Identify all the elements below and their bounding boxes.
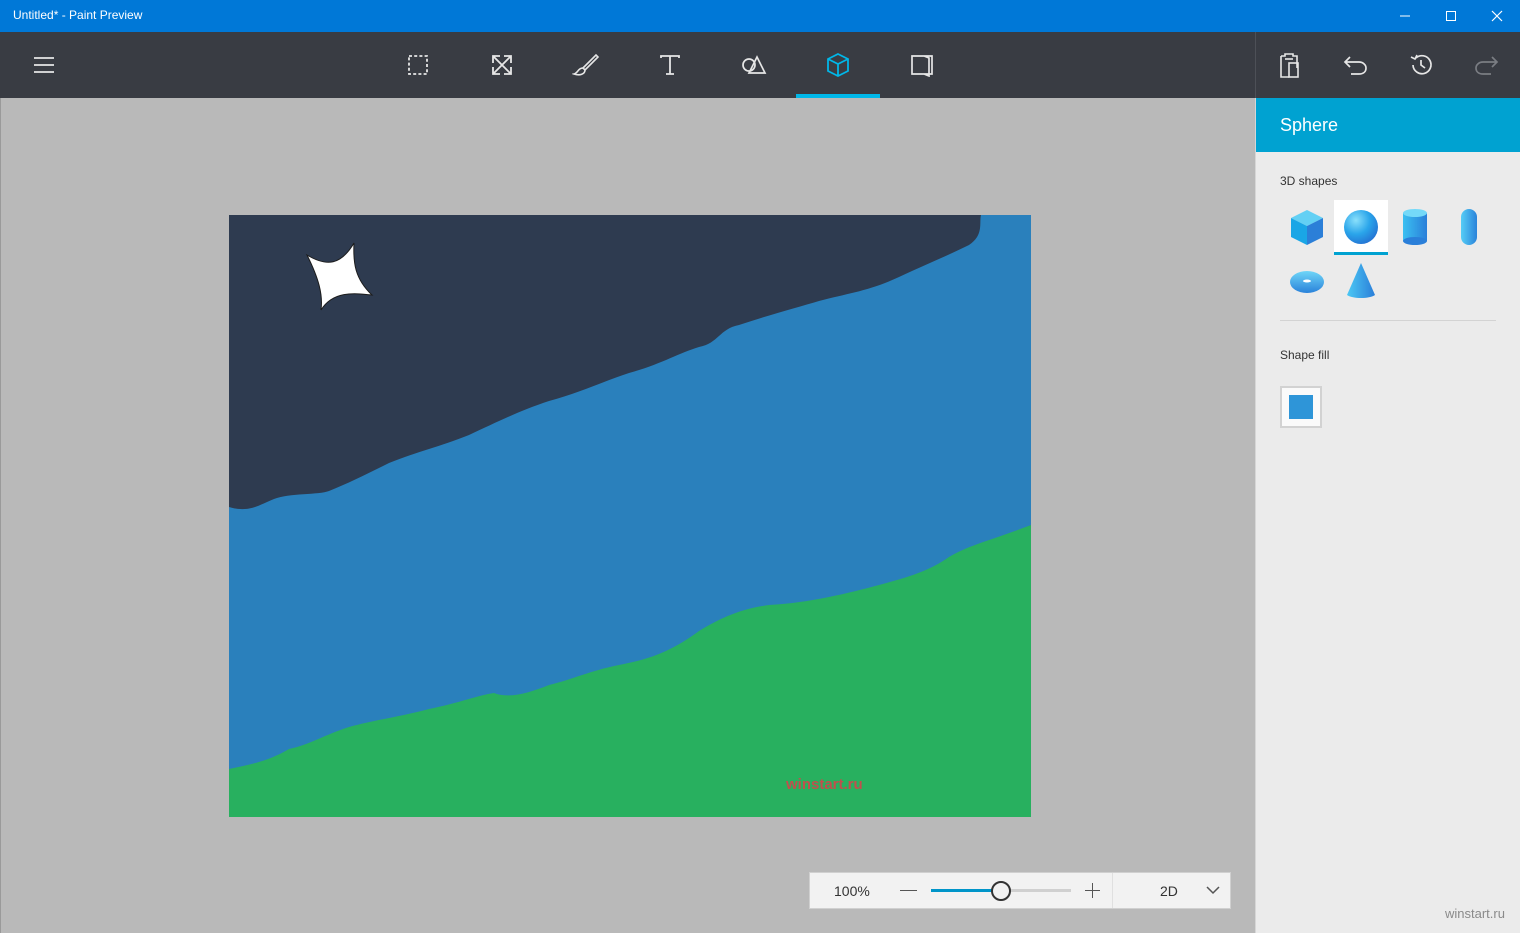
- torus-shape-icon: [1290, 271, 1324, 293]
- workspace: [0, 98, 1255, 933]
- zoom-out-button[interactable]: [900, 890, 917, 891]
- side-panel: Sphere 3D shapes Shape fill: [1255, 98, 1520, 933]
- shape-cube[interactable]: [1280, 200, 1334, 254]
- tool-3d-objects[interactable]: [796, 32, 880, 98]
- canvas-watermark: winstart.ru: [786, 776, 863, 793]
- minimize-button[interactable]: [1382, 0, 1428, 32]
- tool-brushes[interactable]: [544, 32, 628, 98]
- resize-icon: [492, 55, 512, 75]
- site-watermark: winstart.ru: [1445, 906, 1505, 921]
- shapes-section-label: 3D shapes: [1280, 174, 1338, 188]
- minimize-icon: [1400, 15, 1410, 17]
- redo-icon: [1475, 56, 1499, 75]
- tool-2d-shapes[interactable]: [712, 32, 796, 98]
- cone-shape-icon: [1347, 263, 1375, 298]
- cube-icon: [827, 52, 849, 78]
- close-icon: [1491, 10, 1503, 22]
- zoom-in-button-stroke: [1092, 883, 1093, 898]
- shape-cylinder[interactable]: [1388, 200, 1442, 254]
- hamburger-icon: [34, 57, 54, 73]
- zoom-percent: 100%: [834, 883, 870, 899]
- panel-header: Sphere: [1256, 98, 1520, 152]
- drawing-canvas[interactable]: [229, 215, 1031, 817]
- panel-title: Sphere: [1280, 115, 1339, 135]
- fill-color-swatch: [1289, 395, 1313, 419]
- history-button[interactable]: [1388, 32, 1454, 98]
- panel-separator: [1280, 320, 1496, 321]
- maximize-button[interactable]: [1428, 0, 1474, 32]
- undo-button[interactable]: [1322, 32, 1388, 98]
- paste-button[interactable]: [1256, 32, 1322, 98]
- cube-shape-icon: [1291, 210, 1323, 245]
- capsule-shape-icon: [1461, 209, 1477, 245]
- shape-torus[interactable]: [1280, 254, 1334, 308]
- sphere-shape-icon: [1344, 210, 1378, 244]
- zoom-bar: 100% 2D: [809, 872, 1231, 909]
- close-button[interactable]: [1474, 0, 1520, 32]
- tool-text[interactable]: [628, 32, 712, 98]
- menu-button[interactable]: [2, 32, 86, 98]
- shape-sphere[interactable]: [1334, 200, 1388, 255]
- fill-section-label: Shape fill: [1280, 348, 1330, 362]
- tool-select[interactable]: [376, 32, 460, 98]
- maximize-icon: [1446, 11, 1456, 21]
- brush-icon: [572, 53, 600, 76]
- action-toolbar: [1255, 32, 1520, 98]
- view-mode[interactable]: 2D: [1160, 883, 1178, 899]
- tool-stickers[interactable]: [880, 32, 964, 98]
- select-icon: [408, 55, 428, 75]
- paste-icon: [1280, 53, 1299, 78]
- window-title: Untitled* - Paint Preview: [13, 8, 143, 22]
- shape-cone[interactable]: [1334, 254, 1388, 308]
- text-icon: [660, 55, 680, 75]
- shape-capsule[interactable]: [1442, 200, 1496, 254]
- shape-fill-picker[interactable]: [1280, 386, 1322, 428]
- shapes-icon: [742, 55, 767, 74]
- undo-icon: [1343, 56, 1367, 75]
- zoom-divider: [1112, 873, 1113, 908]
- zoom-slider-thumb[interactable]: [991, 881, 1011, 901]
- title-bar: Untitled* - Paint Preview: [0, 0, 1520, 32]
- tool-crop[interactable]: [460, 32, 544, 98]
- main-toolbar: [0, 32, 1255, 98]
- book-icon: [911, 55, 933, 77]
- chevron-down-icon[interactable]: [1206, 885, 1220, 895]
- cylinder-shape-icon: [1403, 209, 1427, 245]
- history-icon: [1410, 54, 1432, 75]
- redo-button[interactable]: [1454, 32, 1520, 98]
